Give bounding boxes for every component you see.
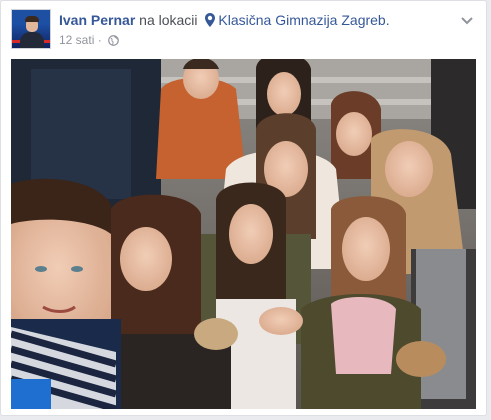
location-link[interactable]: Klasična Gimnazija Zagreb. bbox=[218, 12, 389, 28]
chevron-down-icon[interactable] bbox=[460, 13, 474, 31]
post-card: Ivan Pernar na lokacii Klasična Gimnazij… bbox=[0, 0, 487, 416]
globe-icon[interactable] bbox=[108, 35, 119, 50]
post-photo[interactable] bbox=[11, 59, 476, 409]
post-title-line: Ivan Pernar na lokacii Klasična Gimnazij… bbox=[59, 11, 390, 31]
post-timestamp[interactable]: 12 sati bbox=[59, 33, 94, 47]
meta-separator: · bbox=[97, 33, 102, 47]
author-name-link[interactable]: Ivan Pernar bbox=[59, 12, 135, 28]
map-pin-icon bbox=[205, 13, 216, 31]
location-prefix: na lokacii bbox=[139, 12, 198, 28]
post-meta-line: 12 sati · bbox=[59, 33, 119, 50]
post-header: Ivan Pernar na lokacii Klasična Gimnazij… bbox=[11, 9, 476, 51]
author-avatar[interactable] bbox=[11, 9, 51, 49]
